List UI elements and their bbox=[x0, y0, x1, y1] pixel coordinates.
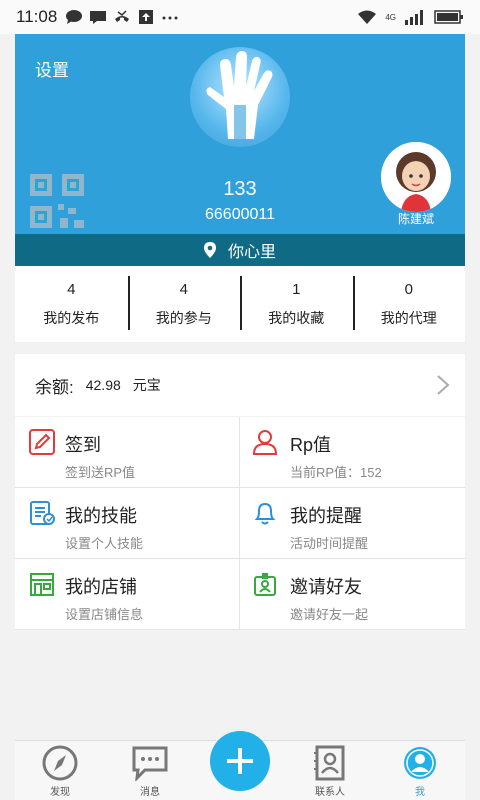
stat-label: 我的代理 bbox=[380, 309, 437, 326]
balance-row[interactable]: 余额: 42.98 元宝 bbox=[15, 354, 465, 416]
cell-subtitle: 设置个人技能 bbox=[65, 536, 144, 551]
cell-title: Rp值 bbox=[290, 435, 332, 455]
store-icon bbox=[30, 573, 54, 596]
message-bubble-icon bbox=[132, 746, 168, 781]
stat-agents[interactable]: 0 我的代理 bbox=[352, 266, 466, 342]
stats-bar: 4 我的发布 4 我的参与 1 我的收藏 0 我的代理 bbox=[15, 266, 465, 342]
wifi-icon bbox=[358, 10, 377, 24]
more-dots-icon bbox=[162, 16, 178, 20]
pencil-icon bbox=[29, 429, 55, 455]
checkin-cell[interactable]: 签到 签到送RP值 bbox=[15, 417, 240, 488]
cell-title: 签到 bbox=[65, 435, 101, 455]
avatar-girl-icon bbox=[381, 142, 451, 212]
stat-count: 4 bbox=[179, 280, 188, 298]
bell-icon bbox=[254, 502, 276, 525]
compass-icon bbox=[42, 745, 78, 781]
chat-bubble-icon bbox=[66, 10, 83, 24]
location-bar: 你心里 bbox=[15, 234, 465, 266]
stat-favorites[interactable]: 1 我的收藏 bbox=[240, 266, 353, 342]
settings-link[interactable]: 设置 bbox=[35, 56, 69, 81]
add-button[interactable] bbox=[210, 731, 270, 791]
nav-label: 我 bbox=[415, 787, 425, 798]
contacts-book-icon bbox=[314, 745, 345, 781]
balance-label: 余额: bbox=[35, 377, 74, 397]
network-type: 4G bbox=[385, 12, 396, 22]
stat-participated[interactable]: 4 我的参与 bbox=[127, 266, 241, 342]
skills-icon bbox=[30, 501, 55, 525]
stat-label: 我的发布 bbox=[43, 309, 100, 326]
nav-me[interactable]: 我 bbox=[390, 745, 450, 798]
cell-subtitle: 邀请好友一起 bbox=[290, 607, 369, 622]
bottom-nav: 发现 消息 联系人 我 bbox=[15, 731, 465, 800]
stat-count: 4 bbox=[67, 280, 76, 298]
location-pin-icon bbox=[203, 242, 216, 258]
cell-subtitle: 设置店铺信息 bbox=[65, 607, 144, 622]
stat-published[interactable]: 4 我的发布 bbox=[15, 266, 128, 342]
avatar-name: 陈建斌 bbox=[397, 212, 434, 226]
cell-title: 我的提醒 bbox=[290, 506, 362, 526]
nav-discover[interactable]: 发现 bbox=[30, 745, 90, 798]
nav-contacts[interactable]: 联系人 bbox=[300, 745, 360, 798]
upload-icon bbox=[139, 10, 154, 24]
cell-title: 邀请好友 bbox=[290, 577, 362, 597]
nav-label: 消息 bbox=[140, 787, 160, 798]
stat-count: 0 bbox=[404, 280, 413, 298]
cell-title: 我的技能 bbox=[65, 506, 137, 526]
cell-title: 我的店铺 bbox=[65, 577, 137, 597]
message-icon bbox=[90, 11, 107, 24]
nav-label: 发现 bbox=[50, 787, 70, 798]
cell-subtitle: 签到送RP值 bbox=[65, 465, 136, 480]
cell-subtitle: 活动时间提醒 bbox=[290, 536, 369, 551]
nav-label: 联系人 bbox=[315, 787, 345, 798]
store-cell[interactable]: 我的店铺 设置店铺信息 bbox=[15, 559, 240, 630]
invite-cell[interactable]: 邀请好友 邀请好友一起 bbox=[240, 559, 465, 630]
feature-grid: 签到 签到送RP值 Rp值 当前RP值：152 我的技能 设置个人技能 我的提醒… bbox=[15, 417, 465, 630]
balance-unit: 元宝 bbox=[132, 377, 161, 393]
status-bar: 11:08 4G bbox=[0, 0, 480, 34]
rp-cell[interactable]: Rp值 当前RP值：152 bbox=[240, 417, 465, 488]
plus-icon bbox=[227, 748, 253, 774]
hand-icon bbox=[206, 51, 273, 141]
stat-label: 我的收藏 bbox=[268, 309, 325, 326]
avatar[interactable] bbox=[381, 142, 451, 212]
profile-header: 设置 133 66600011 陈建斌 bbox=[15, 34, 465, 234]
skills-cell[interactable]: 我的技能 设置个人技能 bbox=[15, 488, 240, 559]
signal-icon bbox=[405, 10, 423, 25]
user-icon bbox=[252, 430, 278, 455]
invite-icon bbox=[254, 573, 276, 596]
app-logo bbox=[190, 47, 290, 147]
status-time: 11:08 bbox=[16, 7, 58, 26]
stat-label: 我的参与 bbox=[155, 309, 212, 326]
stat-count: 1 bbox=[292, 280, 301, 298]
reminders-cell[interactable]: 我的提醒 活动时间提醒 bbox=[240, 488, 465, 559]
balance-value: 42.98 bbox=[85, 377, 121, 393]
chevron-right-icon bbox=[437, 375, 450, 395]
battery-icon bbox=[434, 10, 463, 24]
missed-call-icon bbox=[115, 10, 130, 22]
profile-icon bbox=[404, 747, 436, 779]
location-text: 你心里 bbox=[227, 244, 276, 261]
cell-subtitle: 当前RP值：152 bbox=[290, 465, 382, 480]
nav-messages[interactable]: 消息 bbox=[120, 745, 180, 798]
